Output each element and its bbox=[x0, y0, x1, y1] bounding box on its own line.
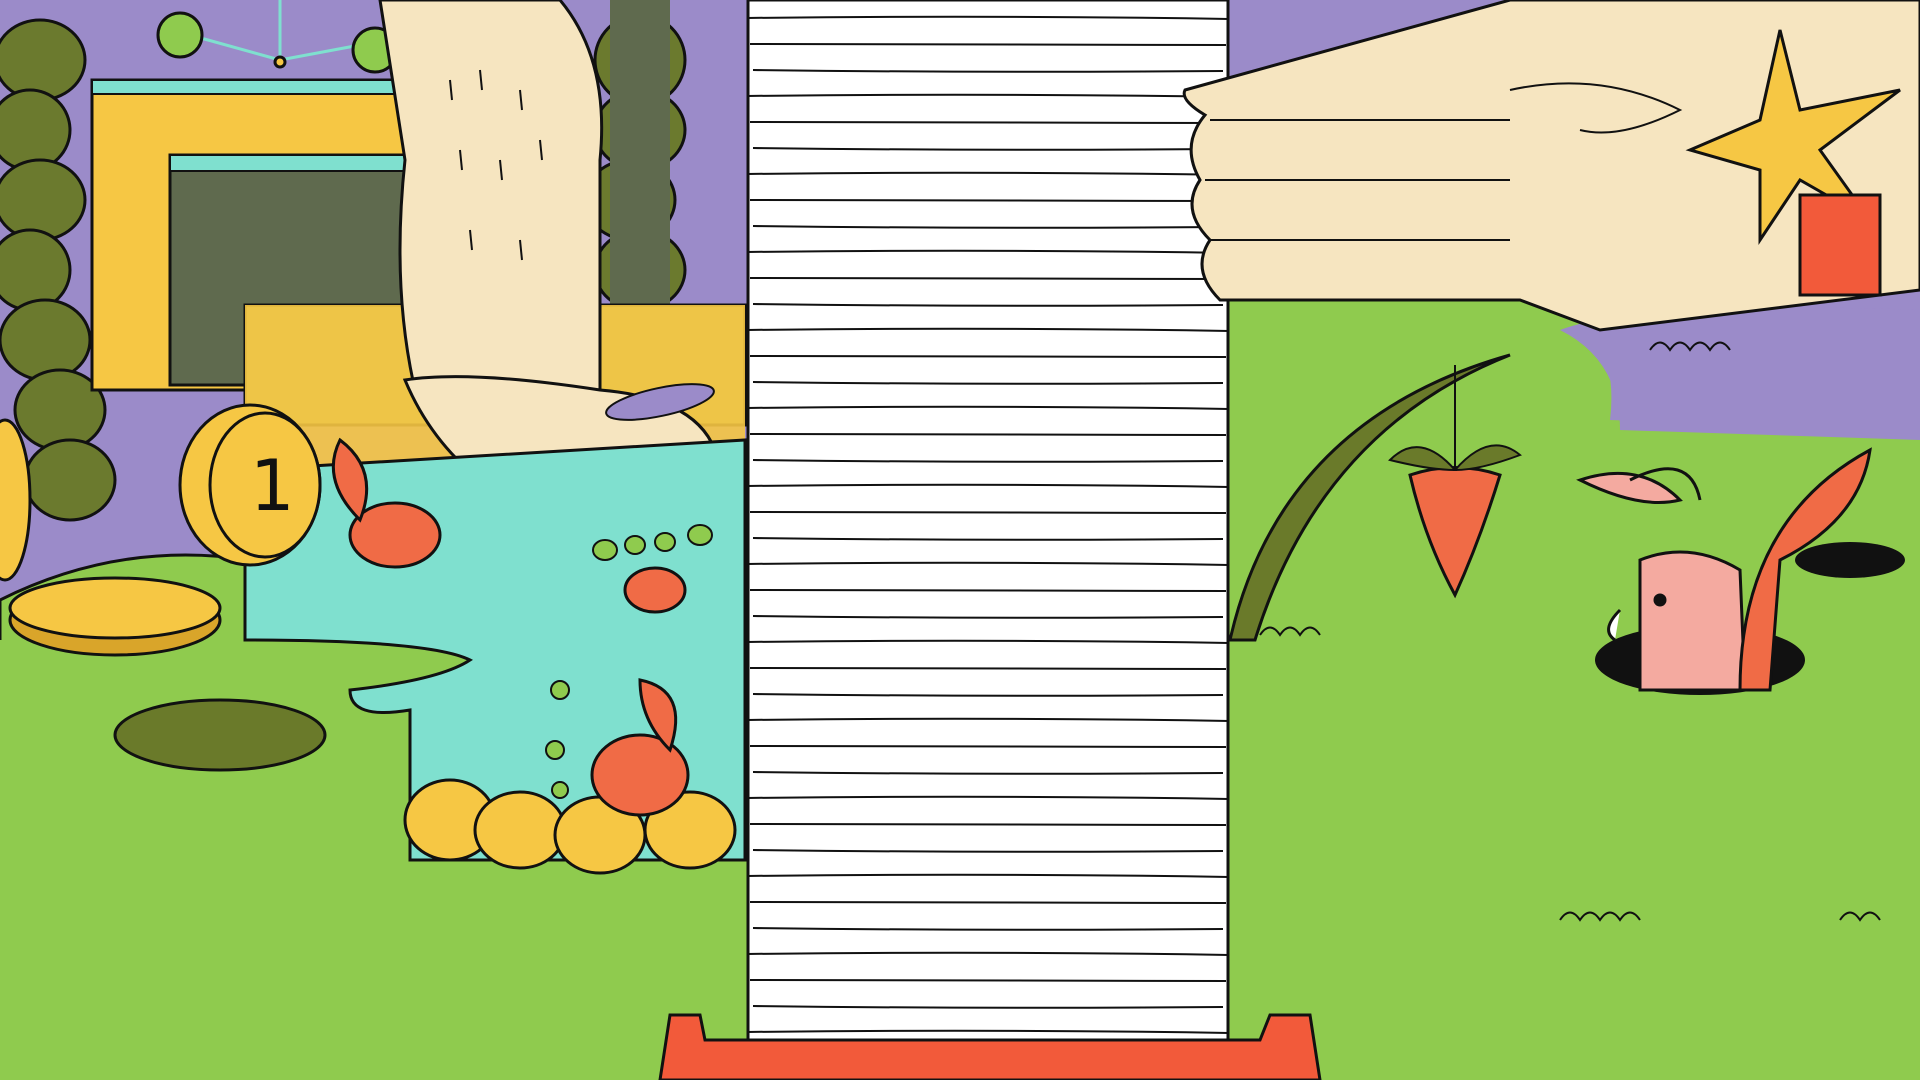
paper-sheet-edge bbox=[749, 199, 1227, 202]
window-titlebar-front bbox=[169, 154, 431, 172]
paper-sheet-edge bbox=[749, 823, 1227, 826]
paper-sheet-edge bbox=[749, 355, 1227, 358]
paper-sheet-edge bbox=[749, 745, 1227, 748]
paper-sheet-edge bbox=[749, 277, 1227, 280]
paper-sheet-edge bbox=[749, 433, 1227, 436]
paper-stack-icon bbox=[746, 0, 1230, 1072]
red-square bbox=[1798, 193, 1882, 297]
scene-svg: 1 bbox=[0, 0, 1920, 1080]
paper-sheet-edge bbox=[749, 43, 1227, 46]
small-hole bbox=[1795, 542, 1905, 578]
paper-sheet-edge bbox=[749, 979, 1227, 982]
hairy-leg bbox=[378, 0, 604, 412]
coin-small-flat bbox=[8, 576, 222, 657]
illustration-scene: 1 bbox=[0, 0, 1920, 1080]
paper-sheet-edge bbox=[749, 589, 1227, 592]
left-hole bbox=[113, 698, 327, 772]
coin-big: 1 bbox=[178, 403, 322, 567]
paper-sheet-edge bbox=[749, 901, 1227, 904]
paper-sheet-edge bbox=[749, 667, 1227, 670]
paper-sheet-edge bbox=[749, 511, 1227, 514]
paper-sheet-edge bbox=[749, 121, 1227, 124]
coin-glyph-big: 1 bbox=[250, 445, 295, 527]
window-titlebar-back bbox=[91, 79, 423, 95]
